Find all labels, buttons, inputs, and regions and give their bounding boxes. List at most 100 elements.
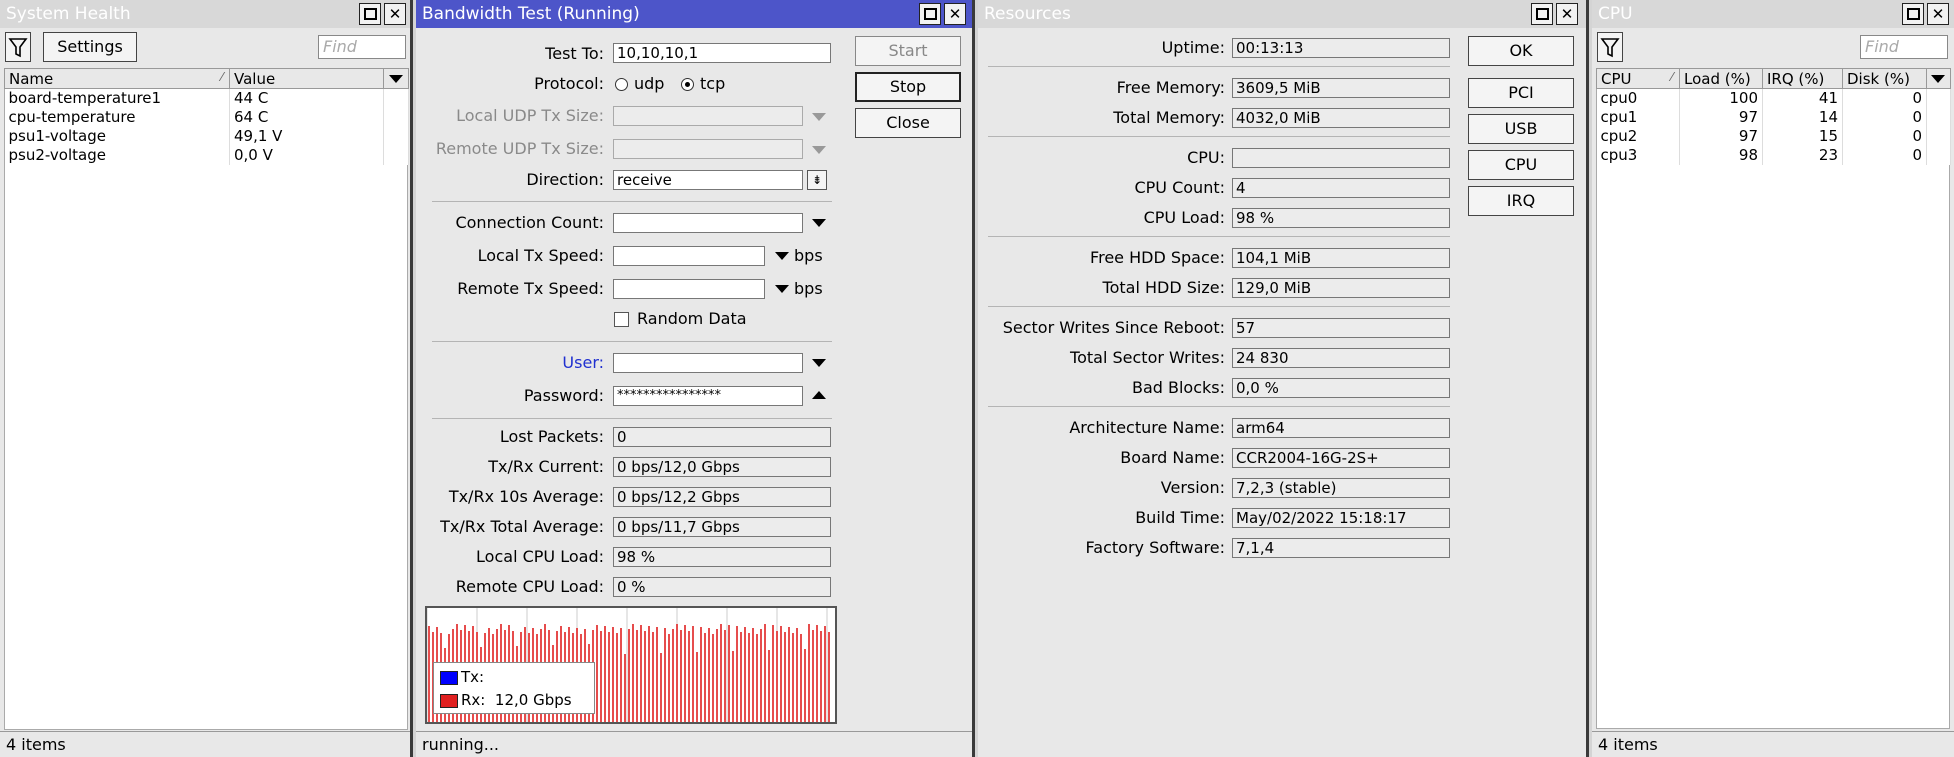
close-icon[interactable]: ✕ bbox=[1556, 3, 1578, 25]
find-input[interactable]: Find bbox=[1860, 35, 1948, 59]
resource-value: 4 bbox=[1232, 178, 1450, 198]
table-row[interactable]: cpu2 97 15 0 bbox=[1596, 126, 1951, 146]
start-button[interactable]: Start bbox=[855, 36, 961, 66]
lost-packets-value: 0 bbox=[613, 427, 831, 447]
chevron-down-icon[interactable] bbox=[812, 219, 826, 227]
column-menu-button[interactable] bbox=[383, 68, 409, 89]
protocol-udp-label: udp bbox=[634, 74, 665, 93]
protocol-tcp-radio[interactable] bbox=[681, 78, 694, 91]
protocol-udp-radio[interactable] bbox=[615, 78, 628, 91]
ok-button[interactable]: OK bbox=[1468, 36, 1574, 66]
table-row[interactable]: psu1-voltage 49,1 V bbox=[4, 126, 409, 146]
chevron-down-icon[interactable] bbox=[775, 285, 789, 293]
rx-color-swatch bbox=[440, 693, 458, 708]
resource-value: 00:13:13 bbox=[1232, 38, 1450, 58]
resource-label: Architecture Name: bbox=[1069, 418, 1225, 437]
settings-button[interactable]: Settings bbox=[43, 32, 137, 62]
chevron-down-icon[interactable] bbox=[812, 359, 826, 367]
close-icon[interactable]: ✕ bbox=[1927, 3, 1949, 25]
local-cpu-load-value: 98 % bbox=[613, 547, 831, 567]
close-icon[interactable]: ✕ bbox=[384, 3, 406, 25]
password-input[interactable]: **************** bbox=[613, 386, 803, 406]
resource-label: CPU Count: bbox=[1134, 178, 1225, 197]
status-bar: running... bbox=[416, 731, 972, 757]
close-button[interactable]: Close bbox=[855, 108, 961, 138]
resource-label: Factory Software: bbox=[1085, 538, 1225, 557]
txrx-total-average-label: Tx/Rx Total Average: bbox=[440, 517, 604, 536]
maximize-button[interactable] bbox=[1531, 3, 1553, 25]
random-data-checkbox[interactable] bbox=[614, 312, 629, 327]
column-header-irq[interactable]: IRQ (%) bbox=[1762, 68, 1843, 89]
resources-titlebar[interactable]: Resources ✕ bbox=[978, 0, 1586, 28]
txrx-total-average-value: 0 bps/11,7 Gbps bbox=[613, 517, 831, 537]
remote-tx-speed-input[interactable] bbox=[613, 279, 765, 299]
resource-value: 3609,5 MiB bbox=[1232, 78, 1450, 98]
resource-value: 4032,0 MiB bbox=[1232, 108, 1450, 128]
close-icon[interactable]: ✕ bbox=[944, 3, 966, 25]
connection-count-input[interactable] bbox=[613, 213, 803, 233]
protocol-tcp-label: tcp bbox=[700, 74, 726, 93]
table-row[interactable]: cpu1 97 14 0 bbox=[1596, 107, 1951, 127]
user-label[interactable]: User: bbox=[562, 353, 604, 372]
table-row[interactable]: board-temperature1 44 C bbox=[4, 88, 409, 108]
bandwidth-test-titlebar[interactable]: Bandwidth Test (Running) ✕ bbox=[416, 0, 972, 28]
filter-button[interactable] bbox=[5, 32, 31, 62]
filter-icon bbox=[8, 38, 28, 58]
window-title: Resources bbox=[984, 4, 1071, 24]
table-row[interactable]: psu2-voltage 0,0 V bbox=[4, 145, 409, 165]
column-header-name[interactable]: Name ⁄ bbox=[4, 68, 230, 89]
direction-select[interactable]: receive bbox=[613, 170, 803, 190]
maximize-button[interactable] bbox=[1902, 3, 1924, 25]
column-header-load[interactable]: Load (%) bbox=[1679, 68, 1763, 89]
txrx-10s-average-label: Tx/Rx 10s Average: bbox=[448, 487, 604, 506]
column-header-disk[interactable]: Disk (%) bbox=[1842, 68, 1927, 89]
remote-udp-tx-size-label: Remote UDP Tx Size: bbox=[435, 139, 604, 158]
resource-label: Uptime: bbox=[1161, 38, 1225, 57]
resource-value: 24 830 bbox=[1232, 348, 1450, 368]
cpu-button[interactable]: CPU bbox=[1468, 150, 1574, 180]
chevron-up-icon[interactable] bbox=[812, 391, 826, 399]
resource-value: 7,1,4 bbox=[1232, 538, 1450, 558]
stop-button[interactable]: Stop bbox=[855, 72, 961, 102]
cpu-toolbar: Find bbox=[1592, 28, 1954, 66]
irq-button[interactable]: IRQ bbox=[1468, 186, 1574, 216]
maximize-button[interactable] bbox=[359, 3, 381, 25]
maximize-button[interactable] bbox=[919, 3, 941, 25]
find-input[interactable]: Find bbox=[318, 35, 406, 59]
legend-rx: Rx: 12,0 Gbps bbox=[440, 691, 572, 709]
remote-cpu-load-label: Remote CPU Load: bbox=[455, 577, 604, 596]
filter-icon bbox=[1600, 38, 1620, 58]
column-header-value[interactable]: Value bbox=[229, 68, 384, 89]
local-tx-speed-input[interactable] bbox=[613, 246, 765, 266]
system-health-window: System Health ✕ Settings Find Name ⁄ Valu… bbox=[0, 0, 413, 757]
cpu-titlebar[interactable]: CPU ✕ bbox=[1592, 0, 1954, 28]
column-header-cpu[interactable]: CPU ⁄ bbox=[1596, 68, 1680, 89]
usb-button[interactable]: USB bbox=[1468, 114, 1574, 144]
table-row[interactable]: cpu0 100 41 0 bbox=[1596, 88, 1951, 108]
chevron-down-icon[interactable] bbox=[812, 113, 826, 121]
remote-udp-tx-size-input[interactable] bbox=[613, 139, 803, 159]
filter-button[interactable] bbox=[1597, 32, 1623, 62]
local-tx-speed-unit: bps bbox=[794, 246, 823, 265]
local-udp-tx-size-label: Local UDP Tx Size: bbox=[456, 106, 604, 125]
separator bbox=[988, 406, 1450, 407]
connection-count-label: Connection Count: bbox=[455, 213, 604, 232]
pci-button[interactable]: PCI bbox=[1468, 78, 1574, 108]
resource-value: 129,0 MiB bbox=[1232, 278, 1450, 298]
test-to-input[interactable]: 10,10,10,1 bbox=[613, 43, 831, 63]
lost-packets-label: Lost Packets: bbox=[499, 427, 604, 446]
table-row[interactable]: cpu3 98 23 0 bbox=[1596, 145, 1951, 165]
direction-dropdown-button[interactable]: ⇟ bbox=[807, 170, 827, 190]
user-input[interactable] bbox=[613, 353, 803, 373]
tx-color-swatch bbox=[440, 670, 458, 685]
chevron-down-icon[interactable] bbox=[812, 146, 826, 154]
system-health-titlebar[interactable]: System Health ✕ bbox=[0, 0, 410, 28]
resource-value bbox=[1232, 148, 1450, 168]
local-udp-tx-size-input[interactable] bbox=[613, 106, 803, 126]
separator bbox=[988, 236, 1450, 237]
separator bbox=[988, 66, 1450, 67]
resource-value: 57 bbox=[1232, 318, 1450, 338]
chevron-down-icon[interactable] bbox=[775, 252, 789, 260]
column-menu-button[interactable] bbox=[1926, 68, 1951, 89]
table-row[interactable]: cpu-temperature 64 C bbox=[4, 107, 409, 127]
